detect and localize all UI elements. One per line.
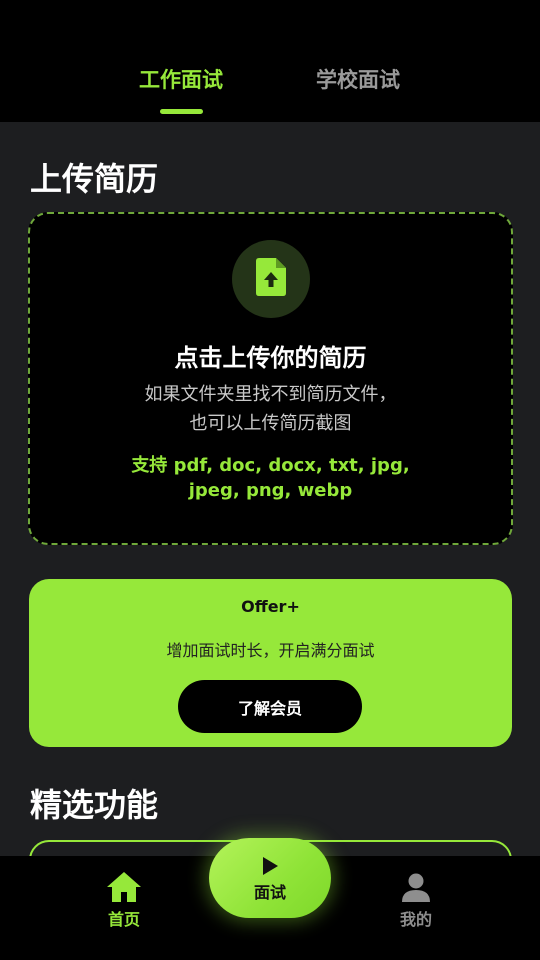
nav-me[interactable]: 我的 xyxy=(366,872,466,930)
upload-icon-circle xyxy=(232,240,310,318)
offer-plus-card: Offer+ 增加面试时长，开启满分面试 了解会员 xyxy=(29,579,512,747)
file-upload-icon xyxy=(256,258,286,300)
home-icon xyxy=(74,872,174,902)
featured-section-title: 精选功能 xyxy=(30,786,159,824)
supported-formats-line2: jpeg, png, webp xyxy=(188,480,353,501)
tab-school-interview[interactable]: 学校面试 xyxy=(278,64,438,94)
active-tab-indicator xyxy=(160,109,203,114)
upload-section-title: 上传简历 xyxy=(30,160,159,198)
upload-resume-card[interactable]: 点击上传你的简历 如果文件夹里找不到简历文件， 也可以上传简历截图 支持 pdf… xyxy=(28,212,513,545)
upload-description-line1: 如果文件夹里找不到简历文件， xyxy=(144,384,397,405)
offer-title: Offer+ xyxy=(241,597,300,616)
upload-title: 点击上传你的简历 xyxy=(174,344,367,372)
top-tab-bar: 工作面试 学校面试 xyxy=(0,0,540,122)
app-screen: 工作面试 学校面试 上传简历 点击上传你的简历 如果文件夹里找不到简历文件， 也… xyxy=(0,0,540,960)
supported-formats-line1: 支持 pdf, doc, docx, txt, jpg, xyxy=(131,455,410,476)
nav-home[interactable]: 首页 xyxy=(74,872,174,930)
offer-description: 增加面试时长，开启满分面试 xyxy=(166,641,375,660)
learn-membership-button[interactable]: 了解会员 xyxy=(178,680,362,733)
start-interview-button[interactable]: 面试 xyxy=(209,838,331,918)
tab-job-interview[interactable]: 工作面试 xyxy=(101,64,261,94)
user-icon xyxy=(366,872,466,902)
nav-me-label: 我的 xyxy=(399,910,432,929)
upload-description-line2: 也可以上传简历截图 xyxy=(189,413,352,434)
play-icon xyxy=(209,857,331,875)
nav-home-label: 首页 xyxy=(107,910,140,929)
start-interview-label: 面试 xyxy=(253,883,286,902)
